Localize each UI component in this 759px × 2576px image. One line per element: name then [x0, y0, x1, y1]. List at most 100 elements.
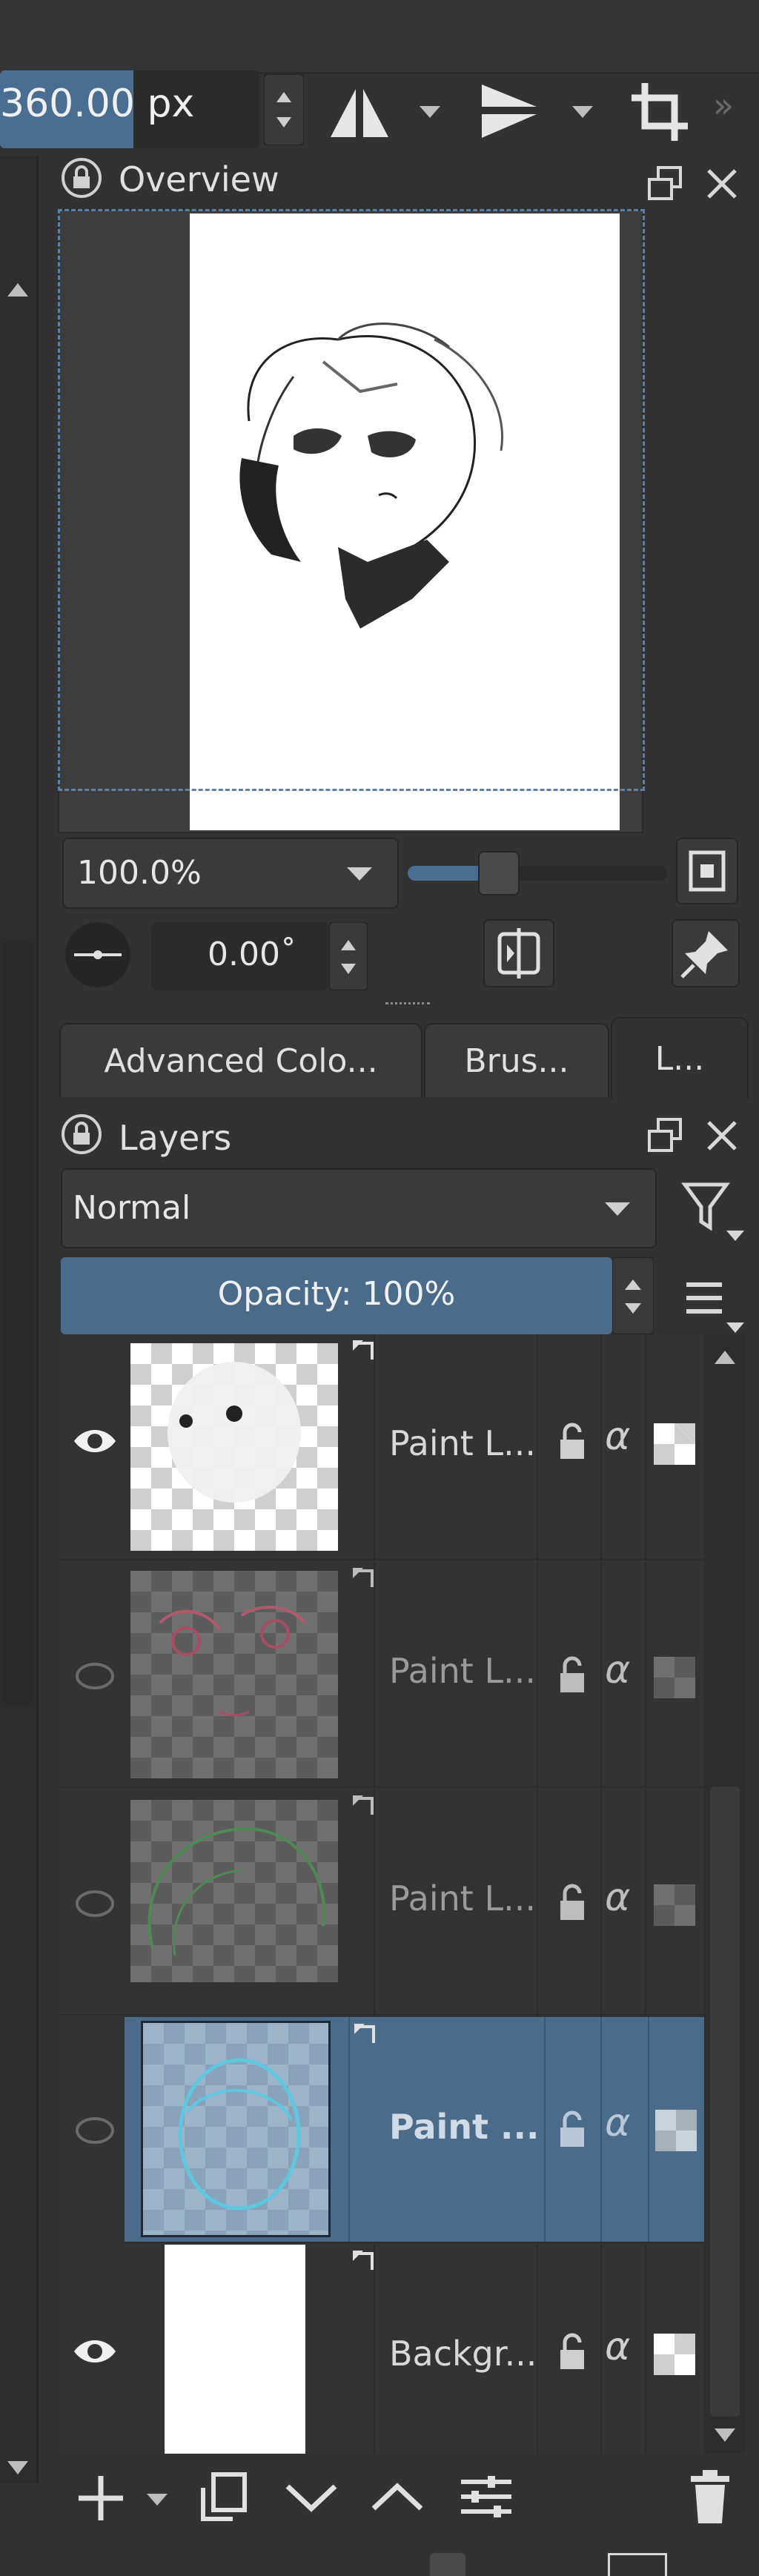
overview-float-button[interactable]: [645, 163, 686, 205]
add-layer-button[interactable]: [71, 2469, 130, 2528]
layer-visibility-toggle[interactable]: [70, 1878, 120, 1929]
brush-size-value: 360.00 px: [0, 82, 195, 126]
add-layer-dropdown[interactable]: [142, 2488, 172, 2510]
layer-row[interactable]: Paint L... α: [59, 1562, 704, 1788]
size-spinner[interactable]: [264, 74, 304, 145]
opacity-spinner[interactable]: [612, 1257, 654, 1334]
layer-visibility-toggle[interactable]: [70, 2105, 120, 2156]
rotation-dial[interactable]: [62, 919, 133, 990]
layer-row[interactable]: Paint L... α: [59, 1334, 704, 1560]
mirror-horizontal-dropdown[interactable]: [415, 100, 445, 122]
layer-filter-button[interactable]: [675, 1171, 749, 1245]
left-scrollbar[interactable]: [3, 941, 33, 1705]
mirror-view-button[interactable]: [483, 919, 554, 987]
lock-icon: [560, 1423, 584, 1459]
move-layer-up-button[interactable]: [366, 2466, 428, 2528]
layer-lock-toggle[interactable]: [550, 1416, 594, 1468]
tab-brush[interactable]: Brus...: [424, 1023, 609, 1097]
layer-name: Paint L...: [389, 1423, 536, 1463]
layer-lock-toggle[interactable]: [550, 2104, 594, 2156]
layer-visibility-toggle[interactable]: [70, 1416, 120, 1466]
layer-inherit-alpha[interactable]: [654, 1423, 695, 1465]
layers-scroll-thumb[interactable]: [710, 1787, 740, 2417]
crop-icon: [632, 83, 688, 141]
move-layer-down-button[interactable]: [280, 2466, 342, 2528]
float-icon: [648, 1118, 682, 1152]
toolbar-overflow[interactable]: »: [713, 85, 734, 125]
layer-clip-indicator: [350, 2248, 380, 2277]
layer-alpha-toggle[interactable]: α: [605, 2101, 630, 2145]
layers-float-button[interactable]: [645, 1115, 686, 1156]
layers-scroll-down[interactable]: [704, 2417, 746, 2454]
chevron-down-icon: [715, 2428, 735, 2442]
layer-inherit-alpha[interactable]: [654, 1884, 695, 1926]
left-scroll-up[interactable]: [0, 274, 36, 304]
status-widget-frame[interactable]: [608, 2553, 667, 2576]
eye-icon: [74, 2340, 116, 2363]
rotation-spinner[interactable]: [329, 922, 368, 990]
panel-splitter[interactable]: [385, 1002, 430, 1008]
layers-lock-button[interactable]: [59, 1112, 104, 1156]
layer-name: Paint L...: [389, 1878, 536, 1918]
chevron-down-icon: [572, 106, 593, 118]
layer-lock-toggle[interactable]: [550, 2326, 594, 2378]
overview-close-button[interactable]: [701, 163, 743, 205]
spinner-arrows-icon: [264, 74, 304, 145]
layers-close-button[interactable]: [701, 1115, 743, 1156]
lock-icon: [560, 1656, 584, 1692]
layer-lock-toggle[interactable]: [550, 1649, 594, 1701]
layer-thumbnail: [141, 2021, 331, 2237]
tab-advanced-color[interactable]: Advanced Colo...: [59, 1023, 422, 1097]
chevron-up-icon: [715, 1351, 735, 1364]
layer-row[interactable]: Backgr... α: [59, 2245, 704, 2454]
lock-icon: [62, 1114, 102, 1154]
zoom-fit-button[interactable]: [676, 838, 738, 904]
plus-icon: [79, 2476, 123, 2520]
zoom-slider-handle[interactable]: [477, 851, 520, 895]
crop-button[interactable]: [623, 74, 697, 148]
layer-clip-indicator: [351, 2021, 381, 2050]
close-icon: [707, 1121, 737, 1150]
layer-thumbnail: [130, 1343, 338, 1551]
layer-thumbnail: [165, 2245, 305, 2454]
mirror-vertical-icon: [482, 85, 537, 138]
pin-button[interactable]: [672, 919, 740, 987]
delete-layer-button[interactable]: [680, 2466, 740, 2528]
layer-lock-toggle[interactable]: [550, 1877, 594, 1929]
layer-alpha-toggle[interactable]: α: [605, 1648, 630, 1692]
duplicate-icon: [201, 2472, 247, 2521]
chevron-up-icon: [7, 283, 28, 297]
mirror-vertical-dropdown[interactable]: [568, 100, 597, 122]
blend-mode-arrow: [599, 1195, 636, 1222]
layer-alpha-toggle[interactable]: α: [605, 1414, 630, 1459]
mirror-horizontal-button[interactable]: [326, 74, 393, 148]
layer-alpha-toggle[interactable]: α: [605, 2325, 630, 2369]
lock-icon: [62, 158, 102, 198]
layer-inherit-alpha[interactable]: [654, 1657, 695, 1698]
hamburger-menu-icon: [686, 1282, 744, 1333]
layers-scroll-up[interactable]: [704, 1339, 746, 1376]
rotation-dial-icon: [65, 922, 130, 987]
layer-visibility-toggle[interactable]: [70, 2326, 120, 2377]
layer-thumbnail: [130, 1800, 338, 1982]
left-scroll-down[interactable]: [0, 2454, 36, 2483]
trash-icon: [691, 2470, 729, 2523]
layer-inherit-alpha[interactable]: [654, 2334, 695, 2375]
duplicate-layer-button[interactable]: [194, 2466, 253, 2528]
status-widget[interactable]: [430, 2553, 465, 2576]
mirror-vertical-button[interactable]: [474, 74, 548, 148]
layer-alpha-toggle[interactable]: α: [605, 1875, 630, 1920]
layers-menu-button[interactable]: [675, 1263, 749, 1337]
lock-icon: [560, 2110, 584, 2147]
viewport-rectangle[interactable]: [58, 209, 645, 791]
overview-lock-button[interactable]: [59, 156, 104, 200]
layer-row[interactable]: Paint L... α: [59, 1789, 704, 2016]
chevron-up-icon: [371, 2483, 423, 2511]
layer-properties-button[interactable]: [455, 2466, 517, 2528]
eye-closed-icon: [76, 2117, 114, 2144]
tab-layers[interactable]: L...: [611, 1017, 749, 1099]
eye-closed-icon: [76, 1663, 114, 1689]
layer-visibility-toggle[interactable]: [70, 1651, 120, 1701]
layer-inherit-alpha[interactable]: [655, 2110, 697, 2151]
layer-clip-indicator: [350, 1565, 380, 1595]
